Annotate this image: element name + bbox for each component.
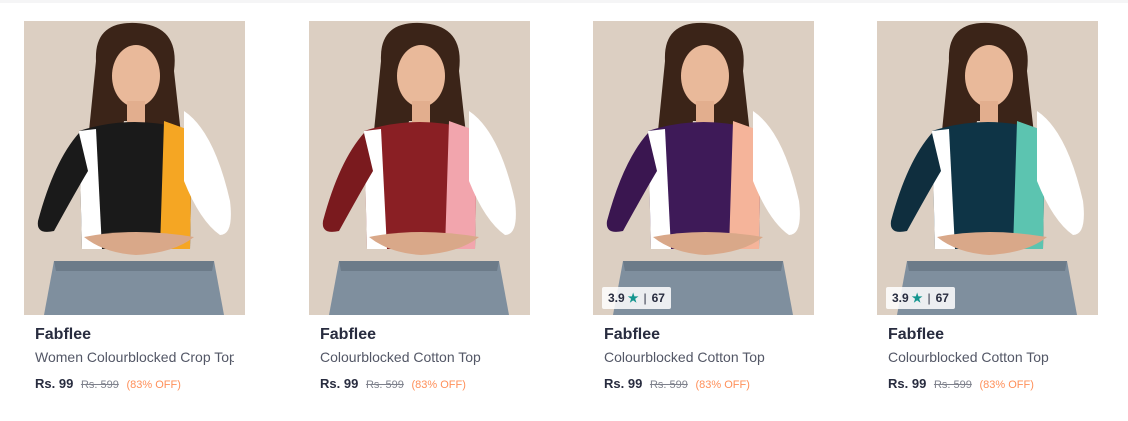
product-price: Rs. 99 — [604, 376, 643, 391]
neck — [127, 101, 145, 123]
product-mrp: Rs. 599 — [933, 379, 972, 391]
face — [112, 45, 160, 107]
rating-count: 67 — [935, 291, 949, 305]
product-title: Colourblocked Cotton Top — [888, 349, 1049, 365]
top-divider — [0, 0, 1128, 3]
product-title: Colourblocked Cotton Top — [604, 349, 765, 365]
product-card[interactable]: Fabflee Women Colourblocked Crop Top Rs.… — [24, 21, 245, 401]
jeans-waistband — [907, 261, 1067, 271]
product-mrp: Rs. 599 — [649, 379, 688, 391]
product-image[interactable] — [309, 21, 530, 315]
product-info[interactable]: Fabflee Women Colourblocked Crop Top Rs.… — [24, 315, 245, 394]
product-price-row: Rs. 99 Rs. 599 (83% OFF) — [35, 375, 234, 394]
product-mrp: Rs. 599 — [365, 379, 404, 391]
product-mrp: Rs. 599 — [80, 379, 119, 391]
product-card[interactable]: 3.9 ★ | 67 Fabflee Colourblocked Cotton … — [877, 21, 1098, 401]
rating-badge: 3.9 ★ | 67 — [602, 287, 671, 309]
product-card[interactable]: Fabflee Colourblocked Cotton Top Rs. 99 … — [309, 21, 530, 401]
jeans-waistband — [54, 261, 214, 271]
neck — [696, 101, 714, 123]
product-photo — [593, 21, 814, 315]
product-price-row: Rs. 99 Rs. 599 (83% OFF) — [604, 375, 803, 394]
product-discount: (83% OFF) — [979, 379, 1034, 391]
product-price: Rs. 99 — [35, 376, 74, 391]
product-title: Colourblocked Cotton Top — [320, 349, 481, 365]
product-discount: (83% OFF) — [411, 379, 466, 391]
product-image[interactable]: 3.9 ★ | 67 — [877, 21, 1098, 315]
rating-count: 67 — [651, 291, 665, 305]
rating-separator: | — [643, 291, 647, 305]
product-image[interactable]: 3.9 ★ | 67 — [593, 21, 814, 315]
jeans-waistband — [339, 261, 499, 271]
rating-value: 3.9 — [608, 291, 625, 305]
product-brand: Fabflee — [35, 326, 92, 343]
product-discount: (83% OFF) — [695, 379, 750, 391]
jeans-waistband — [623, 261, 783, 271]
product-price-row: Rs. 99 Rs. 599 (83% OFF) — [888, 375, 1087, 394]
neck — [980, 101, 998, 123]
product-photo — [24, 21, 245, 315]
product-price: Rs. 99 — [888, 376, 927, 391]
product-brand: Fabflee — [320, 326, 377, 343]
star-icon: ★ — [627, 291, 639, 305]
face — [965, 45, 1013, 107]
product-discount: (83% OFF) — [126, 379, 181, 391]
product-title: Women Colourblocked Crop Top — [35, 349, 234, 365]
product-info[interactable]: Fabflee Colourblocked Cotton Top Rs. 99 … — [309, 315, 530, 394]
product-image[interactable] — [24, 21, 245, 315]
neck — [412, 101, 430, 123]
product-card[interactable]: 3.9 ★ | 67 Fabflee Colourblocked Cotton … — [593, 21, 814, 401]
product-info[interactable]: Fabflee Colourblocked Cotton Top Rs. 99 … — [593, 315, 814, 394]
product-price: Rs. 99 — [320, 376, 359, 391]
rating-separator: | — [927, 291, 931, 305]
rating-badge: 3.9 ★ | 67 — [886, 287, 955, 309]
product-info[interactable]: Fabflee Colourblocked Cotton Top Rs. 99 … — [877, 315, 1098, 394]
product-photo — [309, 21, 530, 315]
rating-value: 3.9 — [892, 291, 909, 305]
product-photo — [877, 21, 1098, 315]
star-icon: ★ — [911, 291, 923, 305]
face — [681, 45, 729, 107]
product-brand: Fabflee — [888, 326, 945, 343]
product-price-row: Rs. 99 Rs. 599 (83% OFF) — [320, 375, 519, 394]
face — [397, 45, 445, 107]
product-brand: Fabflee — [604, 326, 661, 343]
